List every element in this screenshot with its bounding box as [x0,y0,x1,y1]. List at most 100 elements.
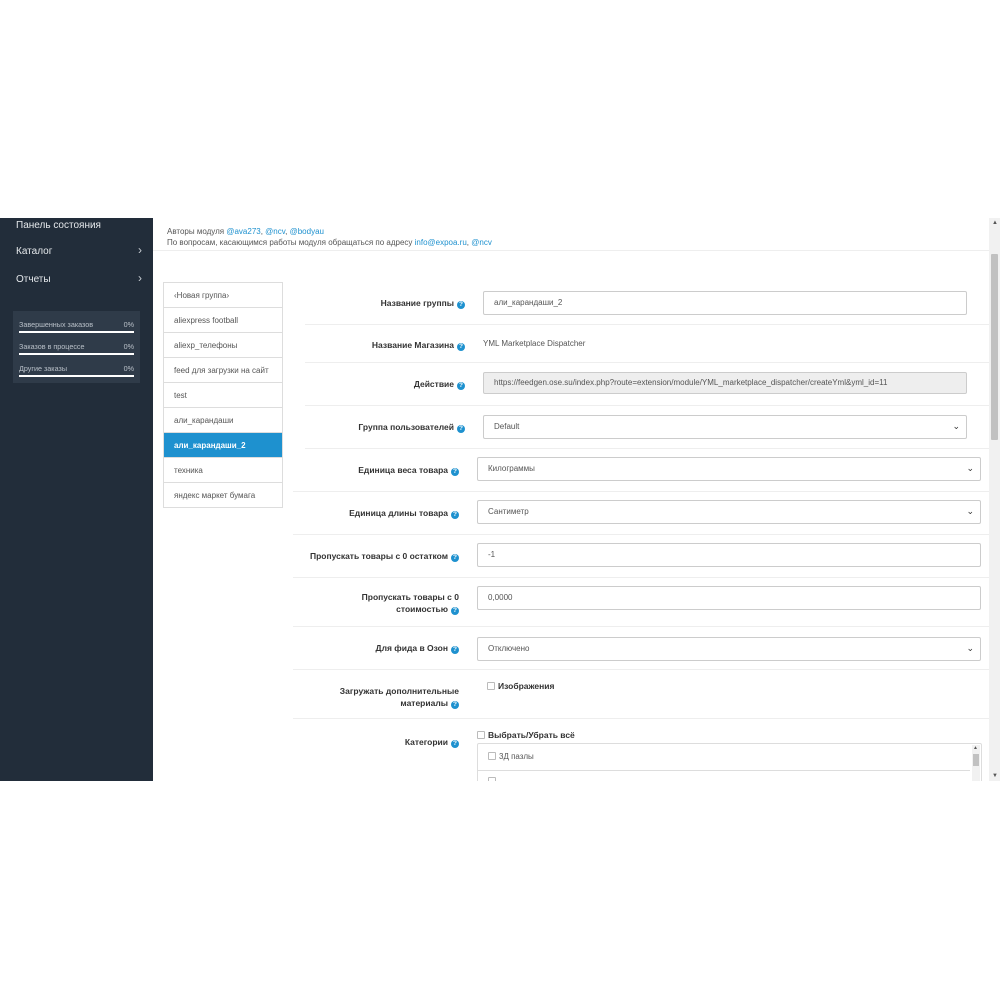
label-text: Название Магазина [371,340,454,350]
author-link[interactable]: @bodyau [290,227,324,236]
select-all-checkbox[interactable] [477,731,485,739]
help-icon[interactable]: ? [451,607,459,615]
scroll-up-arrow-icon[interactable]: ▲ [992,220,998,226]
group-item[interactable]: али_карандаши_2 [164,433,282,458]
checkbox-label: Выбрать/Убрать всё [488,730,575,740]
help-icon[interactable]: ? [451,554,459,562]
category-checkbox[interactable] [488,777,496,781]
email-link[interactable]: info@expoa.ru [415,238,467,247]
stat-value: 0% [123,364,134,373]
help-icon[interactable]: ? [457,301,465,309]
category-item[interactable] [488,777,499,781]
help-icon[interactable]: ? [457,343,465,351]
row-customer-group: Группа пользователей? Default ⌄ [305,406,989,449]
row-store-name: Название Магазина? YML Marketplace Dispa… [305,325,989,363]
author-link[interactable]: @ncv [265,227,285,236]
group-item[interactable]: test [164,383,282,408]
field-label: Для фида в Озон? [293,642,459,654]
group-item[interactable]: ‹Новая группа› [164,283,282,308]
skip-zero-price-input[interactable]: 0,0000 [477,586,981,610]
input-value: 0,0000 [488,593,513,602]
chevron-down-icon: ⌄ [966,643,974,653]
scroll-down-arrow-icon[interactable]: ▼ [992,773,998,779]
store-name-value: YML Marketplace Dispatcher [483,339,586,348]
weight-unit-select[interactable]: Килограммы ⌄ [477,457,981,481]
stat-value: 0% [123,320,134,329]
chevron-down-icon: ⌄ [952,421,960,431]
author-link[interactable]: @ava273 [226,227,260,236]
label-text: Действие [413,379,454,389]
label-text: Пропускать товары с 0 стоимостью [361,592,459,614]
field-label: Группа пользователей? [305,421,465,433]
authors-line: Авторы модуля @ava273, @ncv, @bodyau [167,226,492,237]
row-extra-materials: Загружать дополнительные материалы? Изоб… [293,670,989,719]
progress-bar [19,375,134,377]
help-icon[interactable]: ? [451,511,459,519]
group-item[interactable]: feed для загрузки на сайт [164,358,282,383]
customer-group-select[interactable]: Default ⌄ [483,415,967,439]
scroll-thumb[interactable] [991,254,998,440]
stat-label: Завершенных заказов [19,320,94,329]
chevron-right-icon: › [138,243,142,257]
select-value: Килограммы [488,464,535,473]
sidebar-item-catalog[interactable]: Каталог › [0,241,153,267]
length-unit-select[interactable]: Сантиметр ⌄ [477,500,981,524]
help-icon[interactable]: ? [451,740,459,748]
app-window: Панель состояния Каталог › Отчеты › Заве… [0,218,1000,781]
images-checkbox-option[interactable]: Изображения [487,681,554,692]
label-text: Для фида в Озон [375,643,448,653]
category-label: 3Д пазлы [499,752,534,761]
label-text: Единица веса товара [358,465,448,475]
contact-link[interactable]: @ncv [471,238,492,247]
field-label: Категории? [293,736,459,748]
help-icon[interactable]: ? [451,646,459,654]
input-value: https://feedgen.ose.su/index.php?route=e… [494,378,888,387]
group-item[interactable]: aliexp_телефоны [164,333,282,358]
field-label: Действие? [305,378,465,390]
select-value: Отключено [488,644,530,653]
group-item[interactable]: техника [164,458,282,483]
help-icon[interactable]: ? [457,425,465,433]
sidebar-item-reports[interactable]: Отчеты › [0,269,153,295]
main-content: Авторы модуля @ava273, @ncv, @bodyau По … [153,218,989,781]
sidebar: Панель состояния Каталог › Отчеты › Заве… [0,218,153,781]
scroll-thumb[interactable] [973,754,979,766]
category-scrollbar[interactable]: ▲ [972,745,980,781]
field-label: Загружать дополнительные материалы? [323,685,459,709]
chevron-right-icon: › [138,271,142,285]
images-checkbox[interactable] [487,682,495,690]
group-item[interactable]: aliexpress football [164,308,282,333]
checkbox-label: Изображения [498,681,555,691]
category-item[interactable]: 3Д пазлы [488,752,534,761]
group-item[interactable]: яндекс маркет бумага [164,483,282,508]
help-icon[interactable]: ? [451,701,459,709]
group-list: ‹Новая группа› aliexpress football aliexp_… [163,282,283,508]
select-value: Default [494,422,520,431]
action-url-field[interactable]: https://feedgen.ose.su/index.php?route=e… [483,372,967,394]
stat-value: 0% [123,342,134,351]
category-checkbox[interactable] [488,752,496,760]
page-scrollbar[interactable]: ▲ ▼ [989,218,1000,781]
stat-completed-orders: Завершенных заказов 0% [19,318,134,340]
group-name-input[interactable]: али_карандаши_2 [483,291,967,315]
sidebar-item-dashboard[interactable]: Панель состояния [0,218,153,241]
input-value: али_карандаши_2 [494,298,563,307]
skip-zero-stock-input[interactable]: -1 [477,543,981,567]
progress-bar [19,353,134,355]
label-text: Категории [404,737,448,747]
field-label: Название группы? [305,297,465,309]
field-label: Пропускать товары с 0 остатком? [293,550,459,562]
stat-label: Заказов в процессе [19,342,85,351]
stat-other-orders: Другие заказы 0% [19,362,134,384]
help-icon[interactable]: ? [451,468,459,476]
sidebar-item-label: Панель состояния [16,220,101,231]
row-action: Действие? https://feedgen.ose.su/index.p… [305,363,989,406]
scroll-up-arrow-icon[interactable]: ▲ [973,745,978,751]
select-all-categories[interactable]: Выбрать/Убрать всё [477,730,575,741]
help-icon[interactable]: ? [457,382,465,390]
ozon-feed-select[interactable]: Отключено ⌄ [477,637,981,661]
field-label: Единица веса товара? [293,464,459,476]
sidebar-item-label: Отчеты [16,274,51,285]
progress-bar [19,331,134,333]
group-item[interactable]: али_карандаши [164,408,282,433]
